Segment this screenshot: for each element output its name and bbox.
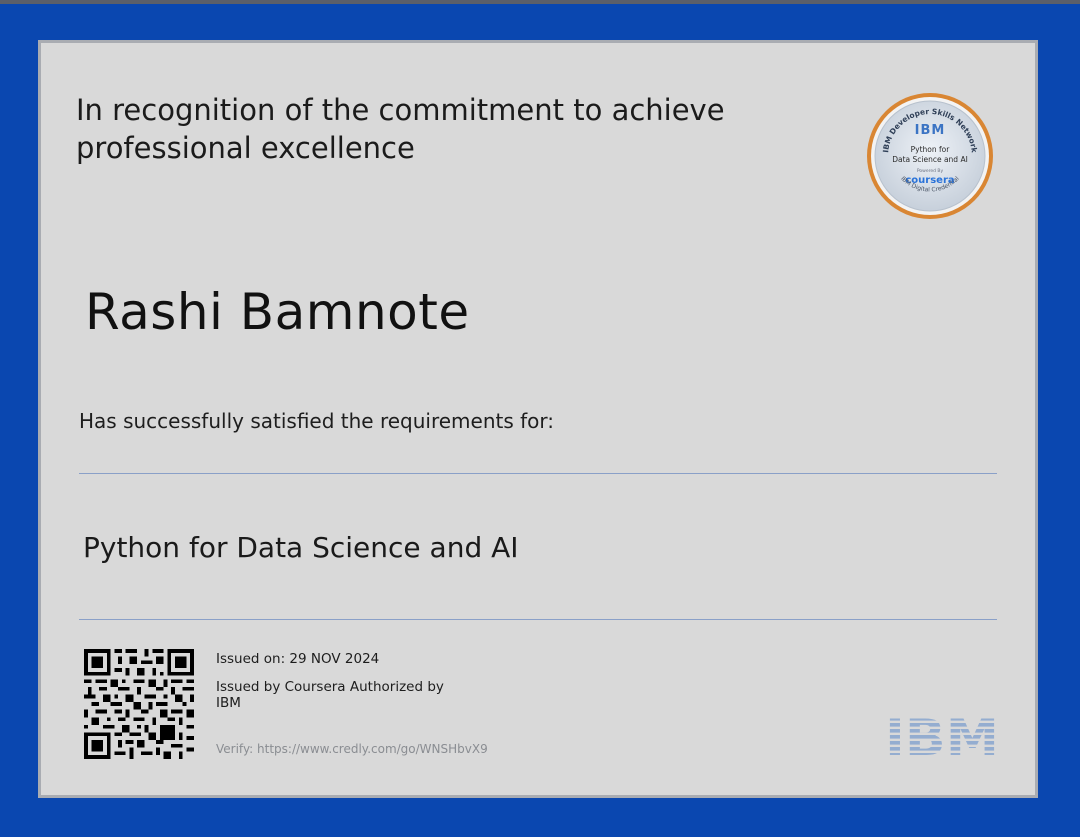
- issuer-text: Issued by Coursera Authorized by IBM: [216, 679, 444, 711]
- qr-code: [84, 649, 194, 759]
- badge-course-line1: Python for: [911, 145, 951, 154]
- divider-top: [79, 473, 997, 474]
- verify-link[interactable]: Verify: https://www.credly.com/go/WNSHbv…: [216, 741, 488, 757]
- ibm-logo: IBM: [885, 711, 999, 759]
- badge-course-line2: Data Science and AI: [892, 155, 968, 164]
- badge-powered-by: Powered By: [917, 168, 944, 174]
- course-title: Python for Data Science and AI: [83, 531, 519, 564]
- badge-ibm-text: IBM: [915, 123, 946, 138]
- requirements-text: Has successfully satisfied the requireme…: [79, 409, 555, 433]
- divider-bottom: [79, 619, 997, 620]
- top-edge-bar: [0, 0, 1080, 4]
- issued-date: Issued on: 29 NOV 2024: [216, 651, 380, 667]
- recognition-text: In recognition of the commitment to achi…: [76, 93, 725, 165]
- recipient-name: Rashi Bamnote: [85, 283, 470, 341]
- certificate-card: In recognition of the commitment to achi…: [38, 40, 1038, 798]
- ibm-digital-credential-badge: IBM Developer Skills Network IBM Python …: [867, 93, 993, 219]
- ibm-logo-text: IBM: [885, 711, 999, 759]
